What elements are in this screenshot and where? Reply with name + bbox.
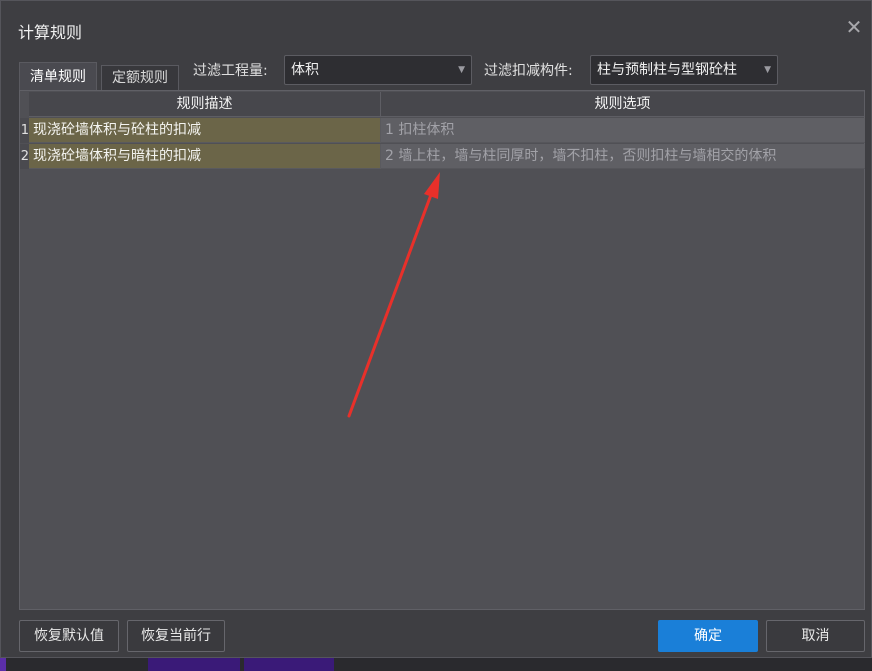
background-block — [148, 656, 240, 671]
ok-button[interactable]: 确定 — [658, 620, 758, 652]
restore-default-button[interactable]: 恢复默认值 — [19, 620, 119, 652]
rule-description-cell[interactable]: 现浇砼墙体积与暗柱的扣减 — [29, 144, 381, 169]
close-icon[interactable]: ✕ — [843, 16, 865, 38]
calc-rules-dialog: 计算规则 ✕ 清单规则 定额规则 过滤工程量: 体积 ▼ 过滤扣减构件: 柱与预… — [0, 0, 872, 658]
background-block — [244, 656, 334, 671]
rule-option-cell[interactable]: 2 墙上柱，墙与柱同厚时，墙不扣柱，否则扣柱与墙相交的体积 — [381, 144, 865, 169]
chevron-down-icon: ▼ — [458, 65, 465, 75]
restore-current-row-button[interactable]: 恢复当前行 — [127, 620, 225, 652]
column-header-option[interactable]: 规则选项 — [381, 92, 865, 117]
title-bar[interactable]: 计算规则 ✕ — [1, 1, 871, 53]
tab-bill-rules[interactable]: 清单规则 — [19, 62, 97, 90]
quantity-filter-select[interactable]: 体积 ▼ — [284, 55, 472, 85]
component-filter-value: 柱与预制柱与型钢砼柱 — [597, 62, 737, 78]
rule-option-cell[interactable]: 1 扣柱体积 — [381, 118, 865, 143]
cancel-button[interactable]: 取消 — [766, 620, 865, 652]
component-filter-select[interactable]: 柱与预制柱与型钢砼柱 ▼ — [590, 55, 778, 85]
column-header-description[interactable]: 规则描述 — [29, 92, 381, 117]
quantity-filter-label: 过滤工程量: — [193, 63, 268, 79]
row-number: 1 — [20, 123, 29, 138]
rules-table: 规则描述 规则选项 1 现浇砼墙体积与砼柱的扣减 1 扣柱体积 2 现浇砼墙体积… — [19, 90, 865, 610]
background-window-strip — [0, 656, 872, 671]
tab-quota-rules[interactable]: 定额规则 — [101, 65, 179, 90]
component-filter-label: 过滤扣减构件: — [484, 63, 573, 79]
chevron-down-icon: ▼ — [764, 65, 771, 75]
rule-description-cell[interactable]: 现浇砼墙体积与砼柱的扣减 — [29, 118, 381, 143]
background-block — [0, 656, 6, 671]
dialog-title: 计算规则 — [18, 23, 83, 42]
quantity-filter-value: 体积 — [291, 62, 319, 78]
row-number: 2 — [20, 149, 29, 164]
